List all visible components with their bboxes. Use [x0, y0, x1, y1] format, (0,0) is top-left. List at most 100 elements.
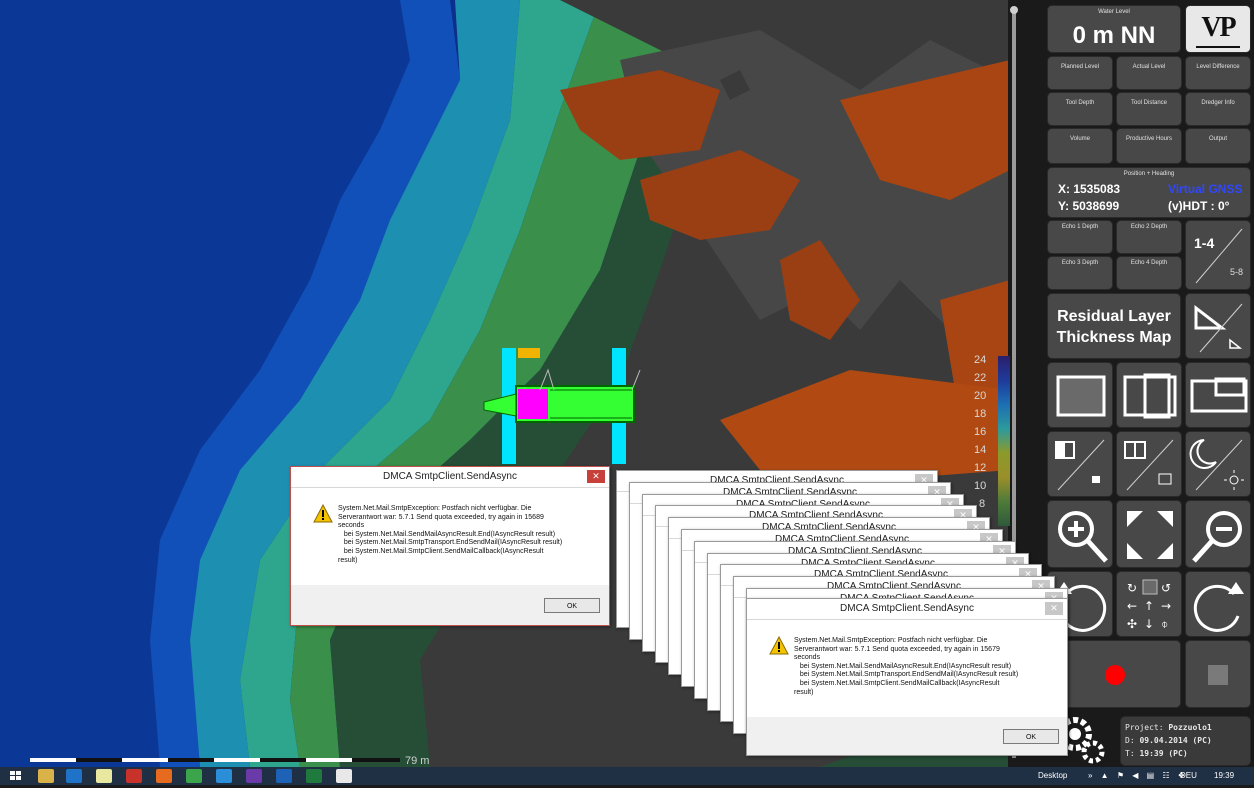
desktop-toolbar-label[interactable]: Desktop [1038, 771, 1067, 780]
excel-icon[interactable] [306, 769, 322, 783]
echo-2-depth-button[interactable]: Echo 2 Depth [1116, 220, 1182, 254]
file-explorer-icon[interactable] [38, 769, 54, 783]
layout-split-vertical-icon [1123, 373, 1177, 419]
tool-distance-button[interactable]: Tool Distance [1116, 92, 1182, 126]
layout-single-icon [1056, 375, 1106, 417]
start-icon[interactable] [8, 769, 24, 783]
tool-distance-label: Tool Distance [1130, 100, 1168, 106]
fit-view-arrows-icon [1127, 511, 1173, 559]
legend-label-14: 14 [974, 444, 987, 456]
heading-value: (v)HDT : 0° [1168, 199, 1230, 213]
dredger-vessel-icon[interactable] [482, 346, 642, 466]
navigation-pad[interactable]: ↻ ↺ ← ↑ → ✣ ↓ ⌽ [1116, 571, 1182, 637]
echo-page-toggle-button[interactable]: 1-4 5-8 [1185, 220, 1251, 290]
layout-split-horizontal-button[interactable] [1185, 362, 1251, 428]
language-indicator[interactable]: DEU [1180, 771, 1197, 780]
error-dialog-front[interactable]: DMCA SmtpClient.SendAsync ✕ System.Net.M… [290, 466, 610, 626]
warning-icon [769, 636, 789, 655]
ok-button[interactable]: OK [544, 598, 600, 613]
output-button[interactable]: Output [1185, 128, 1251, 164]
ok-button[interactable]: OK [1003, 729, 1059, 744]
productive-hours-label: Productive Hours [1125, 136, 1173, 142]
message-line: bei System.Net.Mail.SmtpClient.SendMailC… [794, 679, 1000, 687]
legend-label-20: 20 [974, 390, 987, 402]
water-level-label: Water Level [1098, 9, 1130, 15]
dredger-info-button[interactable]: Dredger Info [1185, 92, 1251, 126]
outlook-icon[interactable] [276, 769, 292, 783]
echo-4-depth-button[interactable]: Echo 4 Depth [1116, 256, 1182, 290]
control-panel: Water Level 0 m NN VP Planned Level Actu… [1044, 0, 1254, 767]
project-name: Pozzuolo1 [1168, 723, 1212, 732]
close-icon[interactable]: ✕ [1045, 602, 1063, 615]
svg-text:→: → [1161, 599, 1171, 613]
pdf-reader-icon[interactable] [126, 769, 142, 783]
zoom-out-button[interactable] [1185, 500, 1251, 568]
stop-button[interactable] [1185, 640, 1251, 708]
svg-text:↓: ↓ [1144, 617, 1154, 631]
x-coordinate: X: 1535083 [1058, 182, 1121, 196]
close-icon[interactable]: ✕ [587, 470, 605, 483]
firefox-icon[interactable] [156, 769, 172, 783]
rotate-right-button[interactable] [1185, 571, 1251, 637]
window-toggle-b-icon [1124, 439, 1174, 491]
volume-button[interactable]: Volume [1047, 128, 1113, 164]
message-line: Serverantwort war: 5.7.1 Send quota exce… [338, 513, 544, 521]
map-mode-button[interactable]: Residual Layer Thickness Map [1047, 293, 1181, 359]
actual-level-button[interactable]: Actual Level [1116, 56, 1182, 90]
vp-logo: VP [1201, 12, 1236, 43]
level-difference-button[interactable]: Level Difference [1185, 56, 1251, 90]
map-mode-line-2: Thickness Map [1056, 329, 1172, 346]
profile-view-button[interactable] [1185, 293, 1251, 359]
app-icon[interactable] [216, 769, 232, 783]
dredger-info-label: Dredger Info [1201, 100, 1235, 106]
window-toggle-a-icon [1055, 439, 1105, 491]
pan-arrows-button[interactable] [1116, 500, 1182, 568]
echo-page-5-8: 5-8 [1230, 267, 1244, 277]
dialog-message: System.Net.Mail.SmtpException: Postfach … [794, 637, 1064, 697]
layout-single-button[interactable] [1047, 362, 1113, 428]
dialog-message: System.Net.Mail.SmtpException: Postfach … [338, 505, 608, 565]
internet-explorer-icon[interactable] [66, 769, 82, 783]
legend-label-8: 8 [979, 498, 986, 510]
dialog-title-bar[interactable]: DMCA SmtpClient.SendAsync ✕ [747, 599, 1067, 620]
date-value: 09.04.2014 (PC) [1139, 736, 1212, 745]
record-icon [1105, 665, 1125, 685]
productive-hours-button[interactable]: Productive Hours [1116, 128, 1182, 164]
dialog-title: DMCA SmtpClient.SendAsync [840, 603, 974, 614]
legend-label-18: 18 [974, 408, 987, 420]
y-coordinate: Y: 5038699 [1058, 199, 1120, 213]
dialog-body: System.Net.Mail.SmtpException: Postfach … [747, 620, 1067, 717]
window-toggle-a-button[interactable] [1047, 431, 1113, 497]
day-night-toggle-button[interactable] [1185, 431, 1251, 497]
planned-level-button[interactable]: Planned Level [1047, 56, 1113, 90]
echo-1-depth-button[interactable]: Echo 1 Depth [1047, 220, 1113, 254]
position-heading-display[interactable]: Position + Heading X: 1535083 Y: 5038699… [1047, 167, 1251, 218]
zoom-in-button[interactable] [1047, 500, 1113, 568]
echo-3-label: Echo 3 Depth [1061, 260, 1099, 266]
layout-split-vertical-button[interactable] [1116, 362, 1182, 428]
message-line: result) [338, 556, 358, 564]
clock[interactable]: 19:39 [1214, 771, 1234, 780]
water-level-display[interactable]: Water Level 0 m NN [1047, 5, 1181, 53]
dialog-body: System.Net.Mail.SmtpException: Postfach … [291, 488, 609, 585]
visual-studio-icon[interactable] [246, 769, 262, 783]
taskbar: Desktop » ▲ ⚑ ◀ ▤ ☷ ❖ DEU 19:39 [0, 767, 1254, 785]
window-toggle-b-button[interactable] [1116, 431, 1182, 497]
vp-app-icon[interactable] [336, 769, 352, 783]
tool-depth-button[interactable]: Tool Depth [1047, 92, 1113, 126]
layout-split-horizontal-icon [1190, 377, 1248, 413]
notepad-icon[interactable] [96, 769, 112, 783]
legend-label-12: 12 [974, 462, 987, 474]
echo-3-depth-button[interactable]: Echo 3 Depth [1047, 256, 1113, 290]
echo-1-label: Echo 1 Depth [1061, 224, 1099, 230]
legend-label-16: 16 [974, 426, 987, 438]
vp-logo-button[interactable]: VP [1185, 5, 1251, 53]
water-level-value: 0 m NN [1072, 22, 1156, 49]
tray-icons[interactable]: » ▲ ⚑ ◀ ▤ ☷ ❖ [1088, 771, 1188, 780]
dialog-title-bar[interactable]: DMCA SmtpClient.SendAsync ✕ [291, 467, 609, 488]
moon-sun-icon [1189, 439, 1244, 491]
message-line: result) [794, 688, 814, 696]
chrome-icon[interactable] [186, 769, 202, 783]
time-value: 19:39 (PC) [1139, 749, 1188, 758]
error-dialog-last[interactable]: DMCA SmtpClient.SendAsync ✕ System.Net.M… [746, 598, 1068, 756]
